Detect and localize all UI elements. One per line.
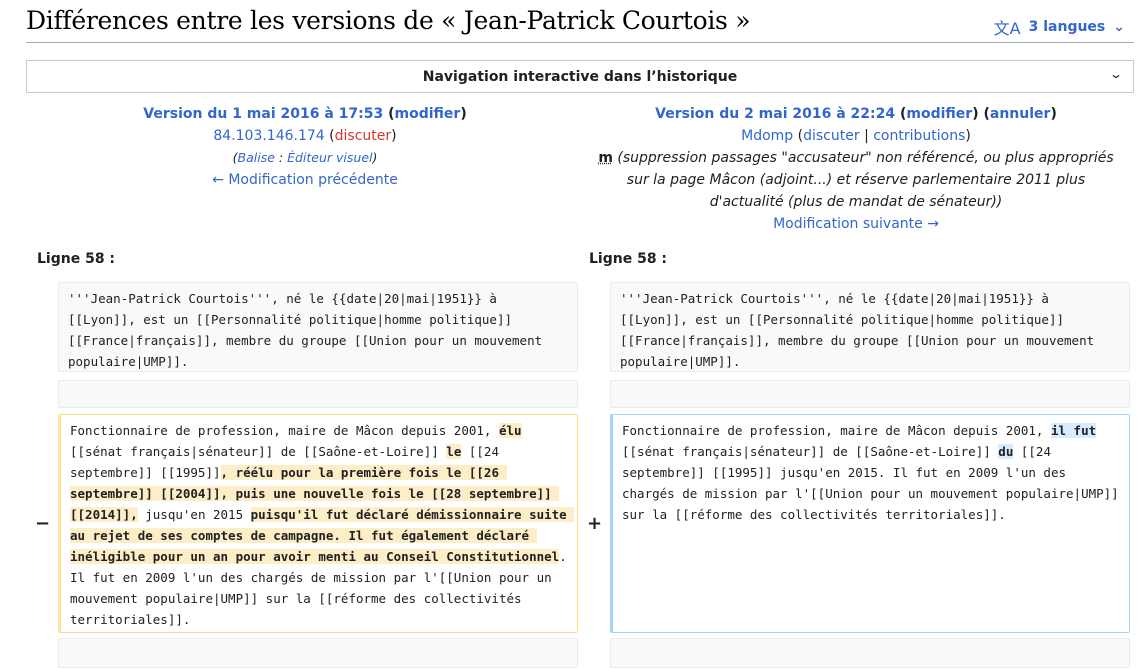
contributions-link[interactable]: contributions	[873, 128, 965, 144]
old-edit-tag: (Balise : Éditeur visuel)	[232, 150, 378, 165]
tag-value-link[interactable]: Éditeur visuel	[287, 150, 372, 165]
new-version-link[interactable]: Version du 2 mai 2016 à 22:24	[655, 106, 895, 122]
context-line-old: '''Jean-Patrick Courtois''', né le {{dat…	[58, 282, 578, 372]
translate-icon: 文A	[993, 19, 1021, 38]
minor-edit-badge: m	[598, 150, 613, 166]
old-version-info: Version du 1 mai 2016 à 17:53 (modifier)…	[26, 103, 584, 191]
old-user-link[interactable]: 84.103.146.174	[213, 128, 324, 144]
empty-context-old	[58, 380, 578, 408]
del-word: le	[446, 444, 462, 459]
empty-context-new	[610, 380, 1130, 408]
empty-context-old-bottom	[58, 638, 578, 668]
chevron-down-icon: ⌄	[1108, 67, 1124, 81]
chevron-down-icon: ⌄	[1113, 19, 1125, 35]
new-line-number: Ligne 58 :	[589, 251, 668, 267]
empty-context-new-bottom	[610, 638, 1130, 668]
next-edit-link[interactable]: Modification suivante →	[773, 216, 939, 232]
del-text: Fonctionnaire de profession, maire de Mâ…	[70, 423, 499, 438]
addition-marker: +	[587, 513, 603, 534]
new-talk-link[interactable]: discuter	[803, 128, 860, 144]
deleted-line: Fonctionnaire de profession, maire de Mâ…	[58, 414, 578, 633]
add-text: Fonctionnaire de profession, maire de Mâ…	[622, 423, 1051, 438]
history-navigation-toggle[interactable]: Navigation interactive dans l’historique…	[26, 60, 1134, 93]
add-word: il fut	[1050, 423, 1097, 438]
tag-label-link[interactable]: Balise	[238, 150, 275, 165]
add-word: du	[998, 444, 1014, 459]
previous-edit-link[interactable]: ← Modification précédente	[212, 172, 398, 188]
language-label: 3 langues	[1028, 19, 1106, 35]
context-line-new: '''Jean-Patrick Courtois''', né le {{dat…	[610, 282, 1130, 372]
added-line: Fonctionnaire de profession, maire de Mâ…	[610, 414, 1130, 633]
history-navigation-label: Navigation interactive dans l’historique	[422, 68, 738, 85]
del-text: jusqu'en 2015	[137, 507, 251, 522]
undo-link[interactable]: annuler	[990, 106, 1051, 122]
language-button[interactable]: 文A 3 langues ⌄	[994, 15, 1125, 39]
deletion-marker: −	[35, 513, 51, 534]
new-user-link[interactable]: Mdomp	[741, 128, 793, 144]
old-line-number: Ligne 58 :	[37, 251, 116, 267]
old-modify-link[interactable]: modifier	[395, 106, 461, 122]
old-talk-link[interactable]: discuter	[335, 128, 392, 144]
page-title: Différences entre les versions de « Jean…	[26, 6, 751, 35]
new-modify-link[interactable]: modifier	[906, 106, 972, 122]
title-divider	[26, 42, 1134, 43]
old-version-link[interactable]: Version du 1 mai 2016 à 17:53	[143, 106, 383, 122]
edit-summary: m (suppression passages "accusateur" non…	[578, 147, 1134, 213]
new-version-info: Version du 2 mai 2016 à 22:24 (modifier)…	[578, 103, 1134, 235]
edit-summary-text: (suppression passages "accusateur" non r…	[617, 150, 1114, 210]
del-word: élu	[498, 423, 522, 438]
